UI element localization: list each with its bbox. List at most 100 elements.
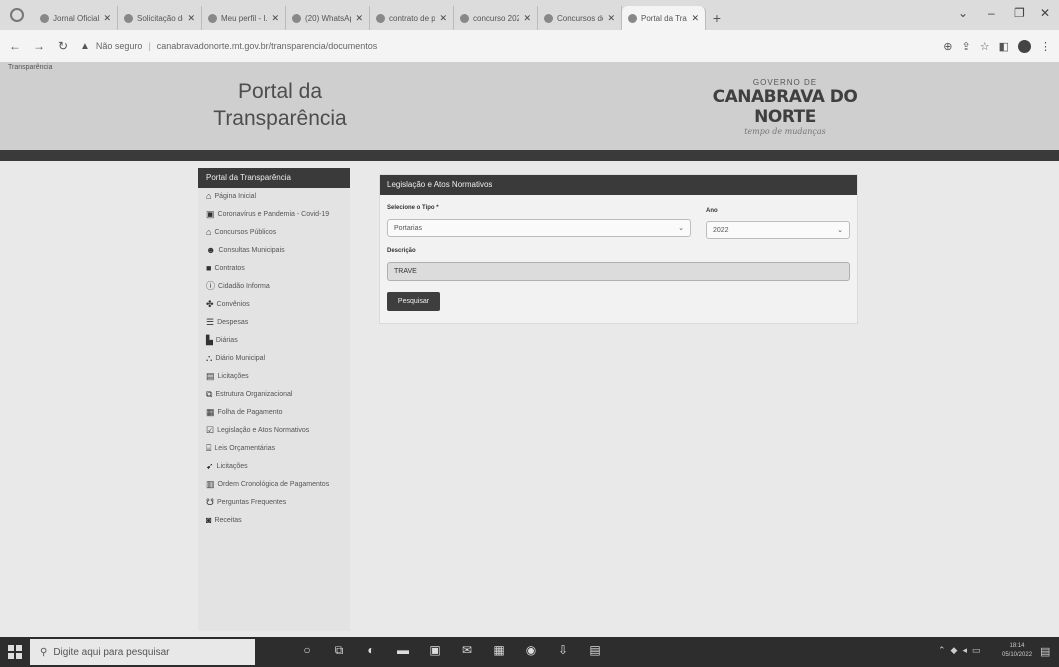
card-title: Legislação e Atos Normativos [380, 175, 857, 195]
close-window-icon[interactable]: ✕ [1040, 6, 1050, 20]
task-view-icon[interactable]: ⧉ [332, 643, 346, 657]
file-explorer-icon[interactable]: ▬ [396, 643, 410, 657]
zoom-icon[interactable]: ⊕ [943, 40, 952, 53]
book-icon: ⛬ [206, 353, 213, 363]
sidebar-item-despesas[interactable]: ☰ Despesas [206, 318, 350, 327]
sidebar-item-receitas[interactable]: ◙ Receitas [206, 516, 350, 525]
chevron-down-icon: ⌄ [678, 225, 684, 232]
security-warning: Não seguro [95, 41, 143, 51]
tab-close-icon[interactable]: ✕ [523, 13, 531, 24]
chrome-icon[interactable]: ◉ [524, 643, 538, 657]
portal-title-line2: Transparência [213, 107, 347, 130]
taskbar-clock[interactable]: 18:14 05/10/2022 [1002, 642, 1032, 660]
tab-close-icon[interactable]: ✕ [187, 13, 195, 24]
url-separator: | [148, 41, 151, 51]
windows-taskbar: ⚲ Digite aqui para pesquisar ○ ⧉ ◐ ▬ ▣ ✉… [0, 637, 1059, 667]
search-button[interactable]: Pesquisar [387, 292, 440, 311]
browser-tab[interactable]: Concursos de ✕ [538, 6, 622, 30]
home-icon: ⌂ [206, 191, 212, 201]
tab-close-icon[interactable]: ✕ [355, 13, 363, 24]
sidebar-item-licitacoes-2[interactable]: ➹ Licitações [206, 462, 350, 471]
year-select[interactable]: 2022 ⌄ [706, 221, 850, 239]
portal-title[interactable]: Portal da Transparência [200, 78, 360, 132]
sidebar-item-cidadao[interactable]: ⓘ Cidadão Informa [206, 282, 350, 291]
warning-icon: ▲ [80, 40, 90, 52]
word-icon[interactable]: ▤ [588, 643, 602, 657]
sidebar-item-leis[interactable]: ⌸ Leis Orçamentárias [206, 444, 350, 453]
windows-start-button[interactable] [8, 645, 22, 659]
monitor-icon: ▣ [206, 209, 215, 219]
excel-icon[interactable]: ▦ [492, 643, 506, 657]
sidebar-item-coronavirus[interactable]: ▣ Coronavírus e Pandemia - Covid-19 [206, 210, 350, 219]
browser-tab-active[interactable]: Portal da Tran ✕ [622, 6, 706, 30]
portal-title-line1: Portal da [237, 80, 323, 103]
tab-favicon-icon [628, 13, 637, 23]
sidebar-item-legislacao[interactable]: ☑ Legislação e Atos Normativos [206, 426, 350, 435]
taskbar-search-box[interactable]: ⚲ Digite aqui para pesquisar [30, 639, 255, 665]
back-icon[interactable]: ← [8, 39, 22, 53]
list-icon: ☰ [206, 317, 215, 327]
sidebar-item-diarias[interactable]: ▙ Diárias [206, 336, 350, 345]
url-field[interactable]: ▲ Não seguro | canabravadonorte.mt.gov.b… [80, 35, 880, 57]
volume-icon[interactable]: ◂ [962, 645, 967, 656]
profile-avatar[interactable] [1018, 39, 1031, 53]
tab-search-icon[interactable]: ⌄ [958, 6, 968, 20]
browser-tab[interactable]: contrato de pr...✕ [370, 6, 454, 30]
tab-close-icon[interactable]: ✕ [439, 13, 447, 24]
tab-close-icon[interactable]: ✕ [691, 13, 699, 24]
sidebar-item-contratos[interactable]: ■ Contratos [206, 264, 350, 273]
taskbar-apps: ○ ⧉ ◐ ▬ ▣ ✉ ▦ ◉ ⇩ ▤ [300, 643, 602, 657]
chevron-down-icon: ⌄ [837, 227, 843, 234]
browser-tab[interactable]: concurso 2022✕ [454, 6, 538, 30]
network-icon[interactable]: ◆ [951, 645, 958, 656]
share-icon[interactable]: ⇪ [962, 40, 971, 53]
minimize-icon[interactable]: – [988, 6, 995, 20]
tray-arrow-icon[interactable]: ⌃ [938, 645, 946, 656]
reload-icon[interactable]: ↻ [56, 39, 70, 53]
new-tab-button[interactable]: + [706, 6, 728, 30]
cortana-icon[interactable]: ○ [300, 643, 314, 657]
menu-kebab-icon[interactable]: ⋮ [1040, 40, 1051, 53]
tab-close-icon[interactable]: ✕ [607, 13, 615, 24]
browser-toolbar-icons: ⊕ ⇪ ☆ ◧ ⋮ [943, 39, 1051, 53]
sidebar-item-consultas[interactable]: ☻ Consultas Municipais [206, 246, 350, 255]
browser-tab[interactable]: Solicitação de ✕ [118, 6, 202, 30]
year-label: Ano [706, 208, 718, 214]
description-input[interactable] [387, 262, 850, 281]
bookmark-star-icon[interactable]: ☆ [980, 40, 990, 53]
sidebar-item-ordem[interactable]: ▥ Ordem Cronológica de Pagamentos [206, 480, 350, 489]
sidebar: Portal da Transparência ⌂ Página Inicial … [198, 168, 350, 631]
year-select-value: 2022 [713, 226, 729, 234]
sidebar-item-concursos[interactable]: ⌂ Concursos Públicos [206, 228, 350, 237]
handshake-icon: ✤ [206, 299, 214, 309]
url-text: canabravadonorte.mt.gov.br/transparencia… [156, 41, 378, 51]
store-icon[interactable]: ▣ [428, 643, 442, 657]
forward-icon[interactable]: → [32, 39, 46, 53]
system-tray: ⌃ ◆ ◂ ▭ [938, 645, 981, 656]
sidebar-item-estrutura[interactable]: ⧉ Estrutura Organizacional [206, 390, 350, 399]
sidepanel-icon[interactable]: ◧ [999, 40, 1009, 53]
battery-icon[interactable]: ▭ [972, 645, 981, 656]
browser-tab[interactable]: Meu perfil - I... ✕ [202, 6, 286, 30]
browser-tab[interactable]: (20) WhatsApp✕ [286, 6, 370, 30]
gov-slogan: tempo de mudanças [744, 127, 826, 136]
sidebar-item-pagina-inicial[interactable]: ⌂ Página Inicial [206, 192, 350, 201]
notifications-icon[interactable]: ▤ [1040, 645, 1050, 658]
mail-icon[interactable]: ✉ [460, 643, 474, 657]
browser-tab-strip: Jornal Oficial ✕ Solicitação de ✕ Meu perf… [0, 0, 1059, 30]
browser-tab[interactable]: Jornal Oficial ✕ [34, 6, 118, 30]
download-app-icon[interactable]: ⇩ [556, 643, 570, 657]
sidebar-item-licitacoes-1[interactable]: ▤ Licitações [206, 372, 350, 381]
tab-close-icon[interactable]: ✕ [103, 13, 111, 24]
wallet-icon: ▦ [206, 407, 215, 417]
type-select[interactable]: Portarias ⌄ [387, 219, 691, 237]
sidebar-item-folha[interactable]: ▦ Folha de Pagamento [206, 408, 350, 417]
sidebar-item-convenios[interactable]: ✤ Convênios [206, 300, 350, 309]
tab-favicon-icon [124, 13, 133, 23]
maximize-icon[interactable]: ❐ [1014, 6, 1025, 20]
government-logo[interactable]: GOVERNO DE CANABRAVA DO NORTE tempo de m… [700, 78, 870, 136]
sidebar-item-perguntas[interactable]: ☋ Perguntas Frequentes [206, 498, 350, 507]
sidebar-item-diario[interactable]: ⛬ Diário Municipal [206, 354, 350, 363]
tab-close-icon[interactable]: ✕ [271, 13, 279, 24]
edge-icon[interactable]: ◐ [364, 643, 378, 657]
